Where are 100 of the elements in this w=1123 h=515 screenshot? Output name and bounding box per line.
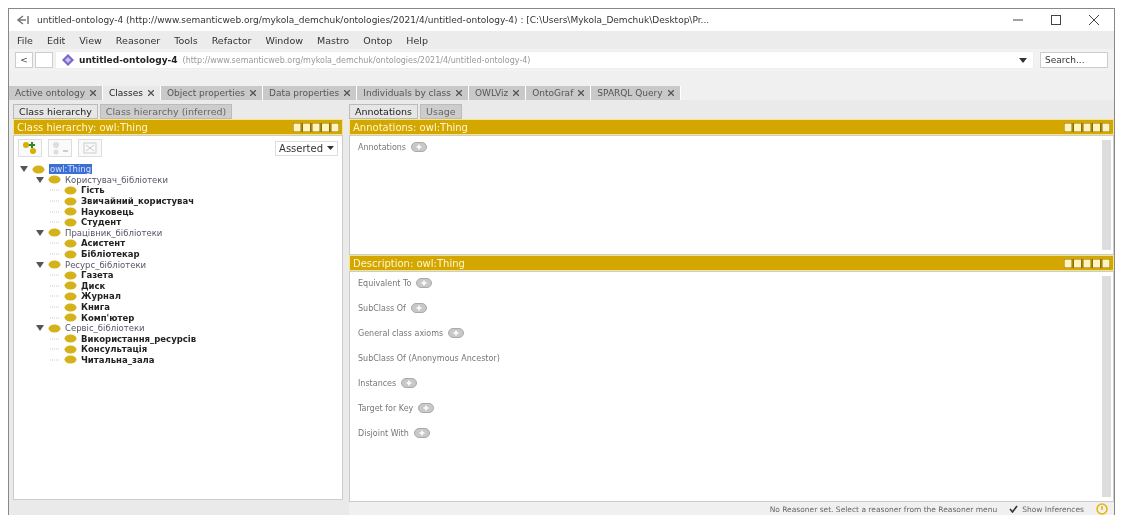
class-name[interactable]: Науковець bbox=[81, 206, 134, 217]
app-icon bbox=[17, 15, 31, 25]
workspace-tab[interactable]: Active ontology bbox=[9, 86, 103, 100]
add-subclass-icon[interactable] bbox=[18, 139, 42, 157]
close-icon[interactable] bbox=[1088, 14, 1100, 26]
view-title: Description: owl:Thing bbox=[353, 257, 465, 269]
class-name[interactable]: Працівник_бібліотеки bbox=[65, 227, 163, 238]
class-name[interactable]: Звичайний_користувач bbox=[81, 196, 195, 207]
section-label: SubClass Of bbox=[358, 303, 406, 313]
workspace-tab[interactable]: Individuals by class bbox=[357, 86, 469, 100]
class-name[interactable]: Журнал bbox=[81, 291, 121, 302]
menu-item[interactable]: Refactor bbox=[211, 34, 252, 46]
class-icon bbox=[48, 175, 61, 185]
section-label: Target for Key bbox=[358, 403, 414, 413]
view-tab[interactable]: Class hierarchy bbox=[13, 104, 98, 119]
dropdown-caret-icon[interactable] bbox=[1019, 57, 1027, 63]
close-tab-icon[interactable] bbox=[147, 90, 154, 96]
class-icon bbox=[64, 186, 77, 195]
view-controls-icon[interactable] bbox=[1064, 122, 1110, 132]
class-name[interactable]: Сервіс_бібліотеки bbox=[65, 323, 145, 334]
close-tab-icon[interactable] bbox=[578, 90, 585, 96]
close-tab-icon[interactable] bbox=[90, 90, 96, 96]
view-controls-icon[interactable] bbox=[1064, 258, 1110, 268]
close-tab-icon[interactable] bbox=[344, 90, 351, 96]
class-icon bbox=[48, 260, 61, 270]
class-name[interactable]: Книга bbox=[81, 302, 110, 312]
class-name[interactable]: owl:Thing bbox=[49, 164, 93, 175]
checkmark-icon bbox=[1009, 505, 1019, 513]
class-icon bbox=[64, 270, 77, 280]
add-icon[interactable] bbox=[401, 378, 418, 388]
class-name[interactable]: Студент bbox=[81, 217, 122, 228]
class-name[interactable]: Використання_ресурсів bbox=[81, 333, 197, 344]
menu-item[interactable]: Ontop bbox=[363, 34, 393, 46]
view-title: Annotations: owl:Thing bbox=[353, 121, 468, 133]
class-icon bbox=[64, 355, 77, 365]
class-name[interactable]: Комп'ютер bbox=[81, 312, 135, 323]
expand-triangle-icon[interactable] bbox=[36, 325, 44, 332]
class-name[interactable]: Читальна_зала bbox=[81, 355, 155, 365]
class-icon bbox=[64, 313, 77, 323]
diamond-icon bbox=[62, 54, 74, 66]
menu-item[interactable]: File bbox=[17, 34, 33, 46]
class-name[interactable]: Бібліотекар bbox=[81, 249, 140, 260]
view-tab[interactable]: Class hierarchy (inferred) bbox=[99, 104, 233, 119]
add-icon[interactable] bbox=[413, 428, 430, 438]
add-icon[interactable] bbox=[418, 403, 435, 413]
menu-item[interactable]: Help bbox=[406, 34, 428, 46]
expand-triangle-icon[interactable] bbox=[36, 229, 44, 236]
menu-item[interactable]: Tools bbox=[174, 34, 198, 46]
menu-item[interactable]: Mastro bbox=[316, 34, 350, 46]
expand-triangle-icon[interactable] bbox=[36, 176, 44, 183]
workspace-tab[interactable]: OWLViz bbox=[468, 86, 527, 100]
menu-item[interactable]: Edit bbox=[46, 34, 66, 46]
asserted-dropdown[interactable]: Asserted bbox=[275, 140, 338, 156]
section-label: General class axioms bbox=[358, 328, 444, 338]
class-name[interactable]: Ресурс_бібліотеки bbox=[65, 259, 147, 270]
ontology-address-field[interactable]: untitled-ontology-4 (http://www.semanticweb.org/mykola_demchuk/ontologies/2021/4/untitled-ontology-4) bbox=[55, 51, 1034, 69]
view-tab[interactable]: Usage bbox=[420, 104, 462, 119]
class-icon bbox=[64, 291, 77, 301]
class-name[interactable]: Консультація bbox=[81, 344, 148, 355]
back-button[interactable]: < bbox=[15, 52, 33, 68]
add-icon[interactable] bbox=[448, 328, 465, 338]
add-icon[interactable] bbox=[410, 303, 427, 313]
class-icon bbox=[64, 334, 77, 344]
search-field[interactable]: Search... bbox=[1040, 52, 1108, 68]
menu-item[interactable]: Window bbox=[265, 34, 303, 46]
workspace-tab[interactable]: Classes bbox=[103, 86, 161, 100]
expand-triangle-icon[interactable] bbox=[36, 261, 44, 268]
class-name[interactable]: Гість bbox=[81, 185, 105, 196]
maximize-icon[interactable] bbox=[1050, 14, 1062, 26]
class-name[interactable]: Асистент bbox=[81, 238, 126, 249]
class-name[interactable]: Диск bbox=[81, 280, 106, 291]
workspace-tab[interactable]: Data properties bbox=[263, 86, 358, 100]
class-name[interactable]: Користувач_бібліотеки bbox=[65, 174, 168, 185]
close-tab-icon[interactable] bbox=[667, 90, 674, 96]
section-label: Annotations bbox=[358, 142, 407, 152]
menu-item[interactable]: Reasoner bbox=[115, 34, 161, 46]
add-icon[interactable] bbox=[416, 278, 433, 288]
view-tab[interactable]: Annotations bbox=[349, 104, 419, 119]
close-tab-icon[interactable] bbox=[513, 90, 520, 96]
close-tab-icon[interactable] bbox=[455, 90, 462, 96]
workspace-tab[interactable]: SPARQL Query bbox=[591, 86, 681, 100]
class-icon bbox=[64, 196, 77, 206]
view-controls-icon[interactable] bbox=[293, 122, 339, 132]
section-label: Instances bbox=[358, 378, 397, 388]
class-icon bbox=[64, 238, 77, 248]
class-name[interactable]: Газета bbox=[81, 270, 114, 281]
window-title: untitled-ontology-4 (http://www.semanticweb.org/mykola_demchuk/ontologies/2021/4/untitled-ontology-4) : [C:\Users\Mykola_Demchuk\Desktop\Pr... bbox=[37, 15, 711, 25]
scrollbar[interactable] bbox=[1102, 276, 1111, 497]
class-icon bbox=[64, 281, 77, 291]
workspace-tab[interactable]: Object properties bbox=[160, 86, 263, 100]
add-icon[interactable] bbox=[411, 142, 428, 152]
close-tab-icon[interactable] bbox=[250, 90, 256, 96]
scrollbar[interactable] bbox=[1102, 140, 1111, 250]
workspace-tab[interactable]: OntoGraf bbox=[526, 86, 592, 100]
ontology-iri: (http://www.semanticweb.org/mykola_demchuk/ontologies/2021/4/untitled-ontology-4) bbox=[182, 55, 532, 65]
caret-icon bbox=[327, 146, 334, 150]
menu-item[interactable]: View bbox=[79, 34, 102, 46]
class-icon bbox=[48, 323, 61, 333]
expand-triangle-icon[interactable] bbox=[20, 166, 28, 173]
class-icon bbox=[64, 344, 77, 354]
